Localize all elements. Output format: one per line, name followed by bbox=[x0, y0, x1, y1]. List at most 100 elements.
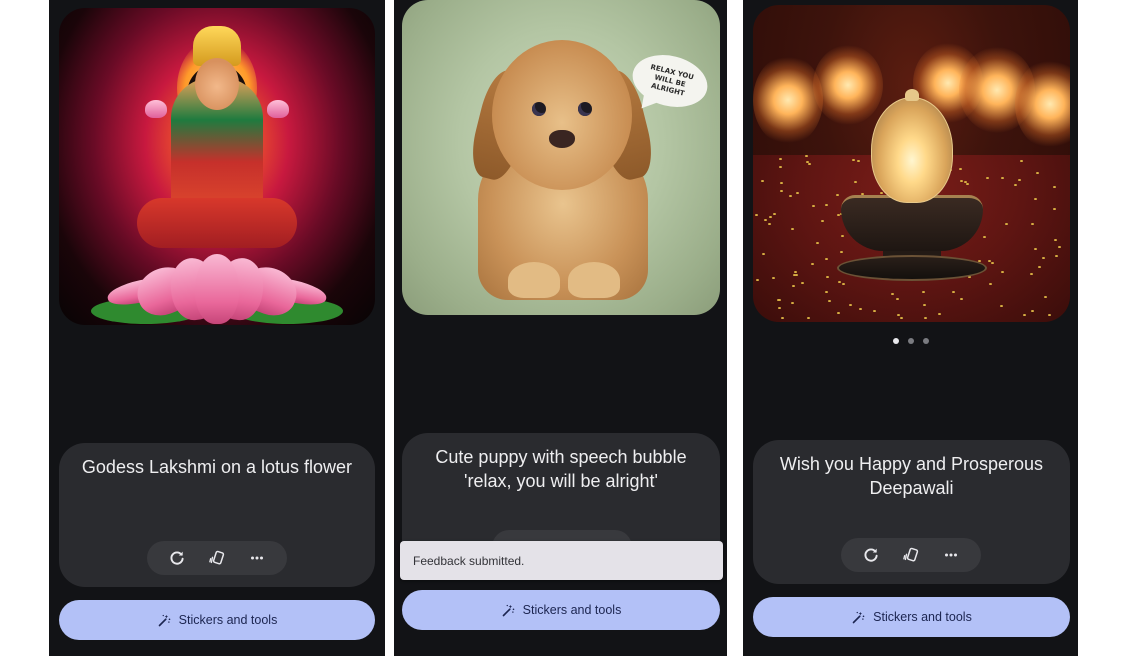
diya-bowl bbox=[841, 195, 983, 251]
gold-speck bbox=[890, 292, 894, 295]
gold-speck bbox=[792, 285, 796, 288]
puppy-paw-left bbox=[508, 262, 560, 298]
gold-speck bbox=[810, 262, 814, 265]
magic-wand-icon bbox=[852, 611, 865, 623]
gold-speck bbox=[1031, 223, 1035, 226]
gold-speck bbox=[1047, 314, 1051, 317]
gold-speck bbox=[1053, 186, 1057, 189]
carousel-dot[interactable] bbox=[893, 338, 899, 344]
stickers-and-tools-button[interactable]: Stickers and tools bbox=[402, 590, 720, 630]
background-lamp bbox=[753, 55, 823, 145]
gold-speck bbox=[965, 182, 969, 185]
gold-speck bbox=[825, 257, 829, 260]
gold-speck bbox=[937, 313, 941, 316]
gold-speck bbox=[1035, 172, 1039, 175]
carousel-dot[interactable] bbox=[908, 338, 914, 344]
phone-screen-puppy: RELAX YOU WILL BE ALRIGHT Cute puppy wit… bbox=[394, 0, 727, 656]
gold-speck bbox=[1044, 296, 1048, 299]
gold-speck bbox=[982, 235, 986, 238]
action-pill bbox=[147, 541, 287, 575]
more-horizontal-icon bbox=[251, 556, 263, 560]
puppy-paw-right bbox=[568, 262, 620, 298]
gold-speck bbox=[1000, 305, 1004, 308]
gold-speck bbox=[804, 155, 808, 158]
gold-speck bbox=[835, 193, 839, 196]
speech-bubble-text: RELAX YOU WILL BE ALRIGHT bbox=[649, 62, 695, 98]
gold-speck bbox=[825, 291, 829, 294]
more-button[interactable] bbox=[938, 542, 964, 568]
gold-speck bbox=[853, 181, 857, 184]
gold-speck bbox=[842, 283, 846, 286]
gold-speck bbox=[899, 317, 903, 320]
regenerate-button[interactable] bbox=[164, 545, 190, 571]
gold-speck bbox=[1054, 254, 1058, 257]
gold-speck bbox=[762, 253, 766, 256]
gold-speck bbox=[851, 158, 855, 161]
gold-speck bbox=[1034, 198, 1038, 201]
gold-speck bbox=[959, 180, 963, 183]
gold-speck bbox=[781, 317, 785, 320]
gold-speck bbox=[790, 302, 794, 305]
gold-speck bbox=[1058, 246, 1062, 248]
prompt-card: Godess Lakshmi on a lotus flower bbox=[59, 443, 375, 587]
snackbar-toast: Feedback submitted. bbox=[400, 541, 723, 580]
regenerate-button[interactable] bbox=[858, 542, 884, 568]
diya-base bbox=[837, 255, 987, 281]
stickers-label: Stickers and tools bbox=[178, 613, 278, 627]
gold-speck bbox=[826, 276, 830, 279]
gold-speck bbox=[767, 222, 771, 225]
gold-speck bbox=[827, 299, 831, 302]
prompt-card: Wish you Happy and Prosperous Deepawali bbox=[753, 440, 1070, 584]
magic-wand-icon bbox=[158, 614, 170, 626]
gold-speck bbox=[840, 235, 844, 238]
gold-speck bbox=[779, 181, 783, 184]
gold-speck bbox=[988, 283, 992, 286]
gold-speck bbox=[896, 298, 900, 301]
lotus-flower bbox=[91, 228, 343, 324]
gold-speck bbox=[755, 214, 759, 216]
stickers-and-tools-button[interactable]: Stickers and tools bbox=[753, 597, 1070, 637]
gold-speck bbox=[790, 227, 794, 230]
prompt-text: Godess Lakshmi on a lotus flower bbox=[81, 457, 353, 477]
carousel-dot[interactable] bbox=[923, 338, 929, 344]
prompt-text: Wish you Happy and Prosperous Deepawali bbox=[779, 454, 1044, 498]
generated-image[interactable] bbox=[753, 5, 1070, 322]
gold-speck bbox=[825, 203, 829, 206]
held-lotus-right bbox=[267, 100, 289, 118]
generated-image[interactable] bbox=[59, 8, 375, 325]
gold-speck bbox=[896, 313, 900, 316]
action-pill bbox=[841, 538, 981, 572]
feedback-button[interactable] bbox=[204, 545, 230, 571]
gold-speck bbox=[991, 262, 995, 265]
gold-speck bbox=[795, 273, 799, 276]
gold-speck bbox=[1020, 159, 1024, 162]
gold-speck bbox=[1031, 310, 1035, 313]
prompt-text: Cute puppy with speech bubble 'relax, yo… bbox=[435, 447, 687, 491]
gold-speck bbox=[772, 276, 776, 279]
more-button[interactable] bbox=[244, 545, 270, 571]
gold-speck bbox=[755, 279, 759, 282]
gold-speck bbox=[808, 163, 812, 166]
gold-speck bbox=[820, 219, 824, 222]
gold-speck bbox=[960, 297, 964, 300]
gold-speck bbox=[806, 316, 810, 319]
gold-speck bbox=[760, 180, 764, 183]
generated-image[interactable]: RELAX YOU WILL BE ALRIGHT bbox=[402, 0, 720, 315]
lotus-petal bbox=[195, 254, 239, 324]
gold-speck bbox=[795, 191, 799, 194]
gold-speck bbox=[1001, 271, 1005, 274]
held-lotus-left bbox=[145, 100, 167, 118]
gold-speck bbox=[801, 281, 805, 284]
gold-speck bbox=[789, 195, 793, 197]
gold-speck bbox=[922, 303, 926, 306]
feedback-button[interactable] bbox=[898, 542, 924, 568]
deity-face bbox=[195, 58, 239, 110]
cards-icon bbox=[209, 550, 225, 565]
gold-speck bbox=[811, 204, 815, 207]
gold-speck bbox=[794, 271, 798, 274]
gold-speck bbox=[952, 291, 956, 294]
stickers-and-tools-button[interactable]: Stickers and tools bbox=[59, 600, 375, 640]
gold-speck bbox=[769, 215, 773, 218]
gold-speck bbox=[777, 299, 781, 302]
gold-speck bbox=[779, 166, 783, 169]
